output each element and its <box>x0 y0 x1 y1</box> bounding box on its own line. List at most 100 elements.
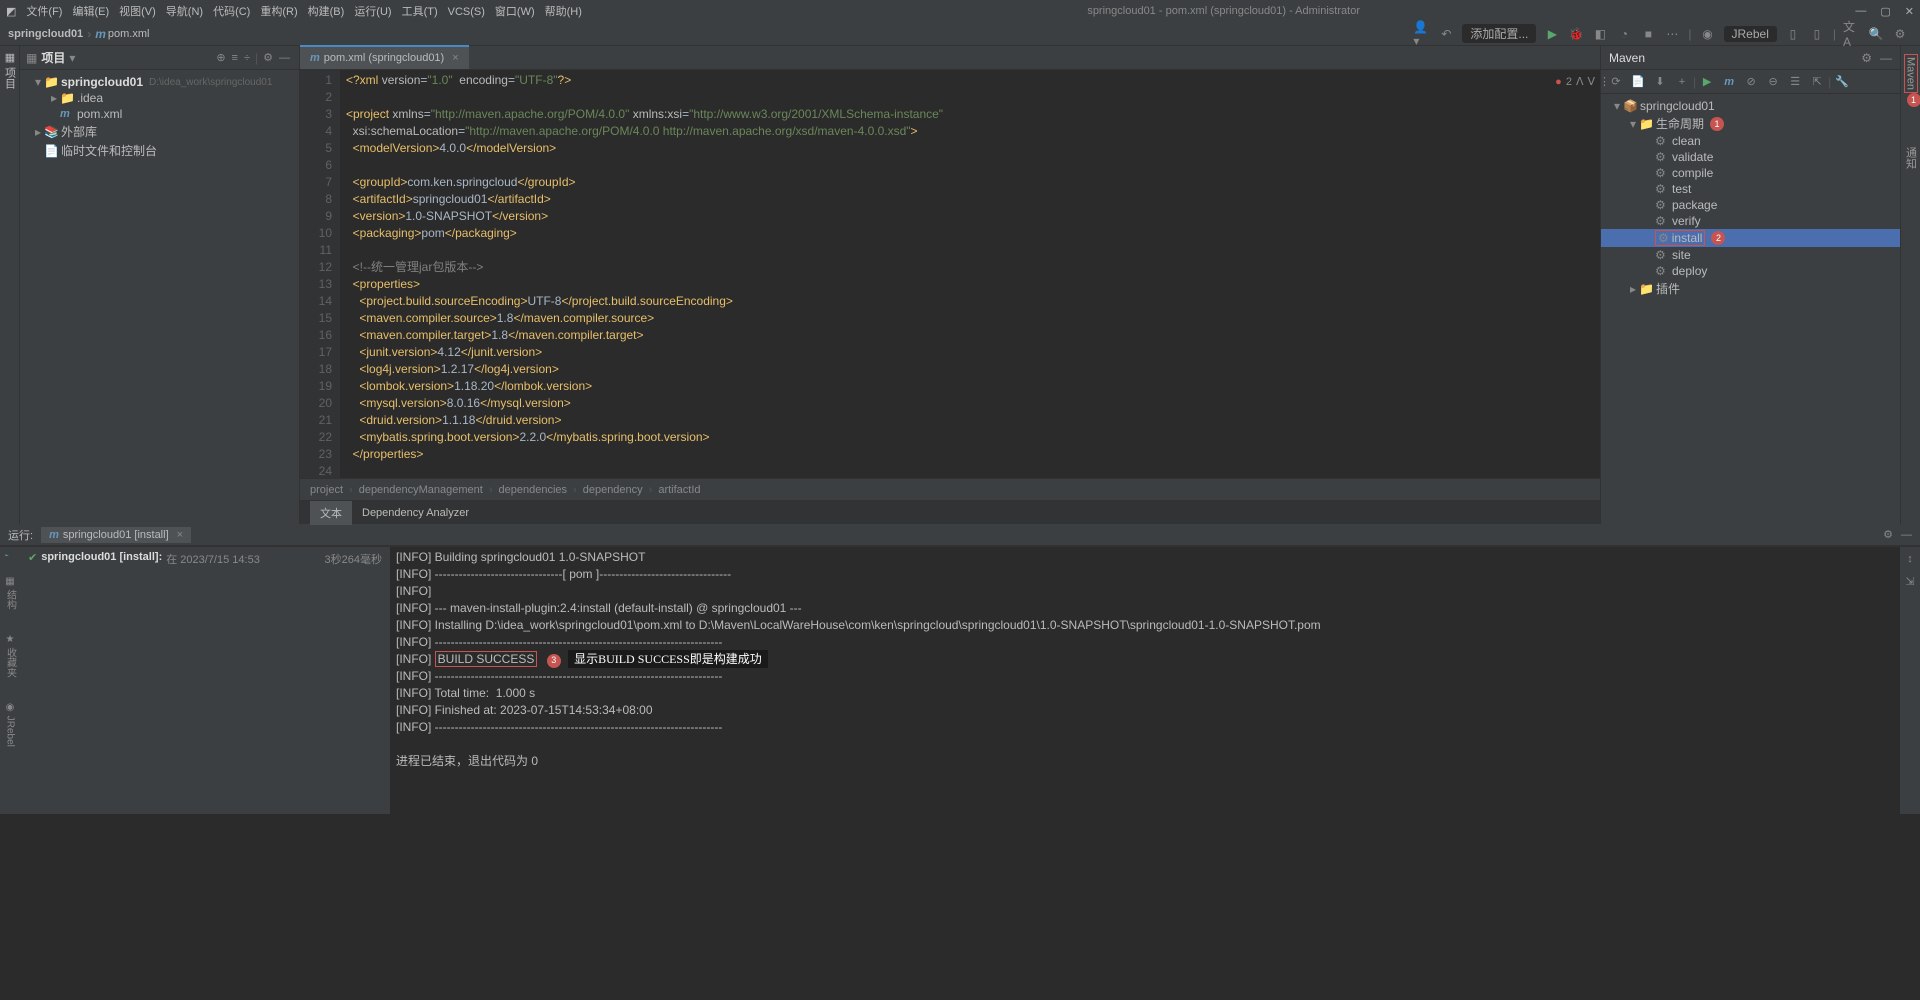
editor-tab-pom[interactable]: m pom.xml (springcloud01) × <box>300 45 469 69</box>
jrebel-tool-label[interactable]: ◉ JRebel <box>5 702 16 747</box>
bc-item[interactable]: dependency <box>583 484 643 496</box>
translate-icon[interactable]: 文A <box>1843 25 1861 43</box>
notifications-tool-label[interactable]: 通知 <box>1903 147 1919 169</box>
menu-item[interactable]: 文件(F) <box>26 6 62 18</box>
bc-item[interactable]: dependencies <box>499 484 568 496</box>
close-run-tab-icon[interactable]: × <box>177 529 183 541</box>
scroll-end-icon[interactable]: ⇲ <box>1905 575 1914 588</box>
search-icon[interactable]: 🔍 <box>1867 25 1885 43</box>
jr-icon2[interactable]: ▯ <box>1808 25 1826 43</box>
run-icon[interactable]: ▶ <box>1543 25 1561 43</box>
coverage-icon[interactable]: ◧ <box>1591 25 1609 43</box>
run-maven-icon[interactable]: ▶ <box>1698 73 1716 91</box>
maven-tree-item[interactable]: ⚙site <box>1601 247 1900 263</box>
user-icon[interactable]: 👤▾ <box>1413 25 1431 43</box>
maven-tree-item[interactable]: ▾📦springcloud01 <box>1601 98 1900 114</box>
tab-text[interactable]: 文本 <box>310 501 352 525</box>
debug-icon[interactable]: 🐞 <box>1567 25 1585 43</box>
maven-tree-item[interactable]: ⚙test <box>1601 181 1900 197</box>
maven-m-icon[interactable]: m <box>1720 73 1738 91</box>
maven-tree-item[interactable]: ⚙install2 <box>1601 229 1900 247</box>
crumb-file[interactable]: pom.xml <box>108 28 150 40</box>
tree-item[interactable]: ▸📚外部库 <box>20 122 299 141</box>
maven-tree-item[interactable]: ▾📁生命周期1 <box>1601 114 1900 133</box>
menu-item[interactable]: 视图(V) <box>119 6 156 18</box>
project-tool-label[interactable]: ▦ 项目 <box>2 51 18 89</box>
run-hide-icon[interactable]: — <box>1901 529 1912 541</box>
toggle-offline-icon[interactable]: ⊘ <box>1742 73 1760 91</box>
maximize-icon[interactable]: ▢ <box>1880 5 1890 18</box>
maven-tree-item[interactable]: ⚙clean <box>1601 133 1900 149</box>
download-icon[interactable]: ⬇ <box>1651 73 1669 91</box>
run-gear-icon[interactable]: ⚙ <box>1883 528 1893 541</box>
tree-item[interactable]: 📄临时文件和控制台 <box>20 141 299 160</box>
inspection-menu-icon[interactable]: ⋮ <box>1599 75 1610 88</box>
crumb-project[interactable]: springcloud01 <box>8 28 83 40</box>
maven-tree-item[interactable]: ⚙package <box>1601 197 1900 213</box>
maven-gear-icon[interactable]: ⚙ <box>1861 51 1872 65</box>
close-tab-icon[interactable]: × <box>452 52 458 64</box>
favorites-tool-label[interactable]: ★ 收藏夹 <box>3 634 18 678</box>
bc-item[interactable]: dependencyManagement <box>359 484 483 496</box>
menu-item[interactable]: 编辑(E) <box>72 6 109 18</box>
project-panel: ▦ 项目 ▾ ⊕ ≡ ÷ | ⚙ — ▾📁springcloud01D:\ide… <box>20 46 300 524</box>
settings-icon[interactable]: ⚙ <box>1891 25 1909 43</box>
maven-hide-icon[interactable]: — <box>1880 51 1892 65</box>
prev-highlight-icon[interactable]: ᐱ <box>1576 75 1584 88</box>
next-highlight-icon[interactable]: ᐯ <box>1587 75 1595 88</box>
minimize-icon[interactable]: — <box>1855 5 1866 18</box>
error-indicator-icon[interactable]: ● <box>1555 76 1562 88</box>
menu-item[interactable]: 窗口(W) <box>495 6 535 18</box>
hide-icon[interactable]: — <box>279 52 290 64</box>
project-view-icon[interactable]: ▦ <box>26 51 37 65</box>
maven-tool-label[interactable]: Maven <box>1904 54 1918 93</box>
menu-item[interactable]: 构建(B) <box>308 6 345 18</box>
tree-item[interactable]: ▾📁springcloud01D:\idea_work\springcloud0… <box>20 74 299 90</box>
error-count: 2 <box>1566 76 1572 88</box>
tab-dependency-analyzer[interactable]: Dependency Analyzer <box>352 503 479 523</box>
bc-item[interactable]: artifactId <box>658 484 700 496</box>
add-icon[interactable]: + <box>1673 73 1691 91</box>
stop-icon[interactable]: ■ <box>1639 25 1657 43</box>
generate-icon[interactable]: 📄 <box>1629 73 1647 91</box>
bc-item[interactable]: project <box>310 484 343 496</box>
skip-tests-icon[interactable]: ⊖ <box>1764 73 1782 91</box>
maven-tree-item[interactable]: ⚙compile <box>1601 165 1900 181</box>
run-label: 运行: <box>8 527 33 543</box>
select-opened-icon[interactable]: ⊕ <box>216 51 225 64</box>
maven-tree-item[interactable]: ⚙validate <box>1601 149 1900 165</box>
maven-settings-icon[interactable]: 🔧 <box>1833 73 1851 91</box>
run-console[interactable]: [INFO] Building springcloud01 1.0-SNAPSH… <box>390 547 1900 814</box>
menu-item[interactable]: 工具(T) <box>402 6 438 18</box>
app-icon[interactable]: ◩ <box>6 5 16 18</box>
maven-tree-item[interactable]: ⚙verify <box>1601 213 1900 229</box>
run-tab[interactable]: m springcloud01 [install] × <box>41 527 191 543</box>
back-icon[interactable]: ↶ <box>1437 25 1455 43</box>
profile-icon[interactable]: ◔ <box>1615 25 1633 43</box>
collapse-icon[interactable]: ÷ <box>244 52 250 64</box>
structure-tool-label[interactable]: ▦ 结构 <box>3 576 18 610</box>
collapse-all-icon[interactable]: ⇱ <box>1808 73 1826 91</box>
menu-item[interactable]: 重构(R) <box>260 6 297 18</box>
menu-item[interactable]: 帮助(H) <box>545 6 582 18</box>
menu-item[interactable]: 代码(C) <box>213 6 250 18</box>
more-icon[interactable]: ⋯ <box>1663 25 1681 43</box>
menu-item[interactable]: 运行(U) <box>354 6 391 18</box>
gear-icon[interactable]: ⚙ <box>263 51 273 64</box>
expand-icon[interactable]: ≡ <box>232 52 238 64</box>
maven-tree-item[interactable]: ⚙deploy <box>1601 263 1900 279</box>
run-config-select[interactable]: 添加配置... <box>1462 24 1536 43</box>
show-deps-icon[interactable]: ☰ <box>1786 73 1804 91</box>
project-dropdown-icon[interactable]: ▾ <box>69 51 75 65</box>
tree-item[interactable]: ▸📁.idea <box>20 90 299 106</box>
menu-item[interactable]: 导航(N) <box>166 6 203 18</box>
code-editor[interactable]: <?xml version="1.0" encoding="UTF-8"?> <… <box>340 70 1600 478</box>
menu-item[interactable]: VCS(S) <box>448 6 485 18</box>
close-icon[interactable]: ✕ <box>1905 5 1914 18</box>
jrebel-select[interactable]: JRebel <box>1724 26 1777 42</box>
maven-tree-item[interactable]: ▸📁插件 <box>1601 279 1900 298</box>
jr-icon1[interactable]: ▯ <box>1784 25 1802 43</box>
tree-item[interactable]: mpom.xml <box>20 106 299 122</box>
jrebel-icon[interactable]: ◉ <box>1699 25 1717 43</box>
soft-wrap-icon[interactable]: ↕ <box>1907 553 1913 565</box>
